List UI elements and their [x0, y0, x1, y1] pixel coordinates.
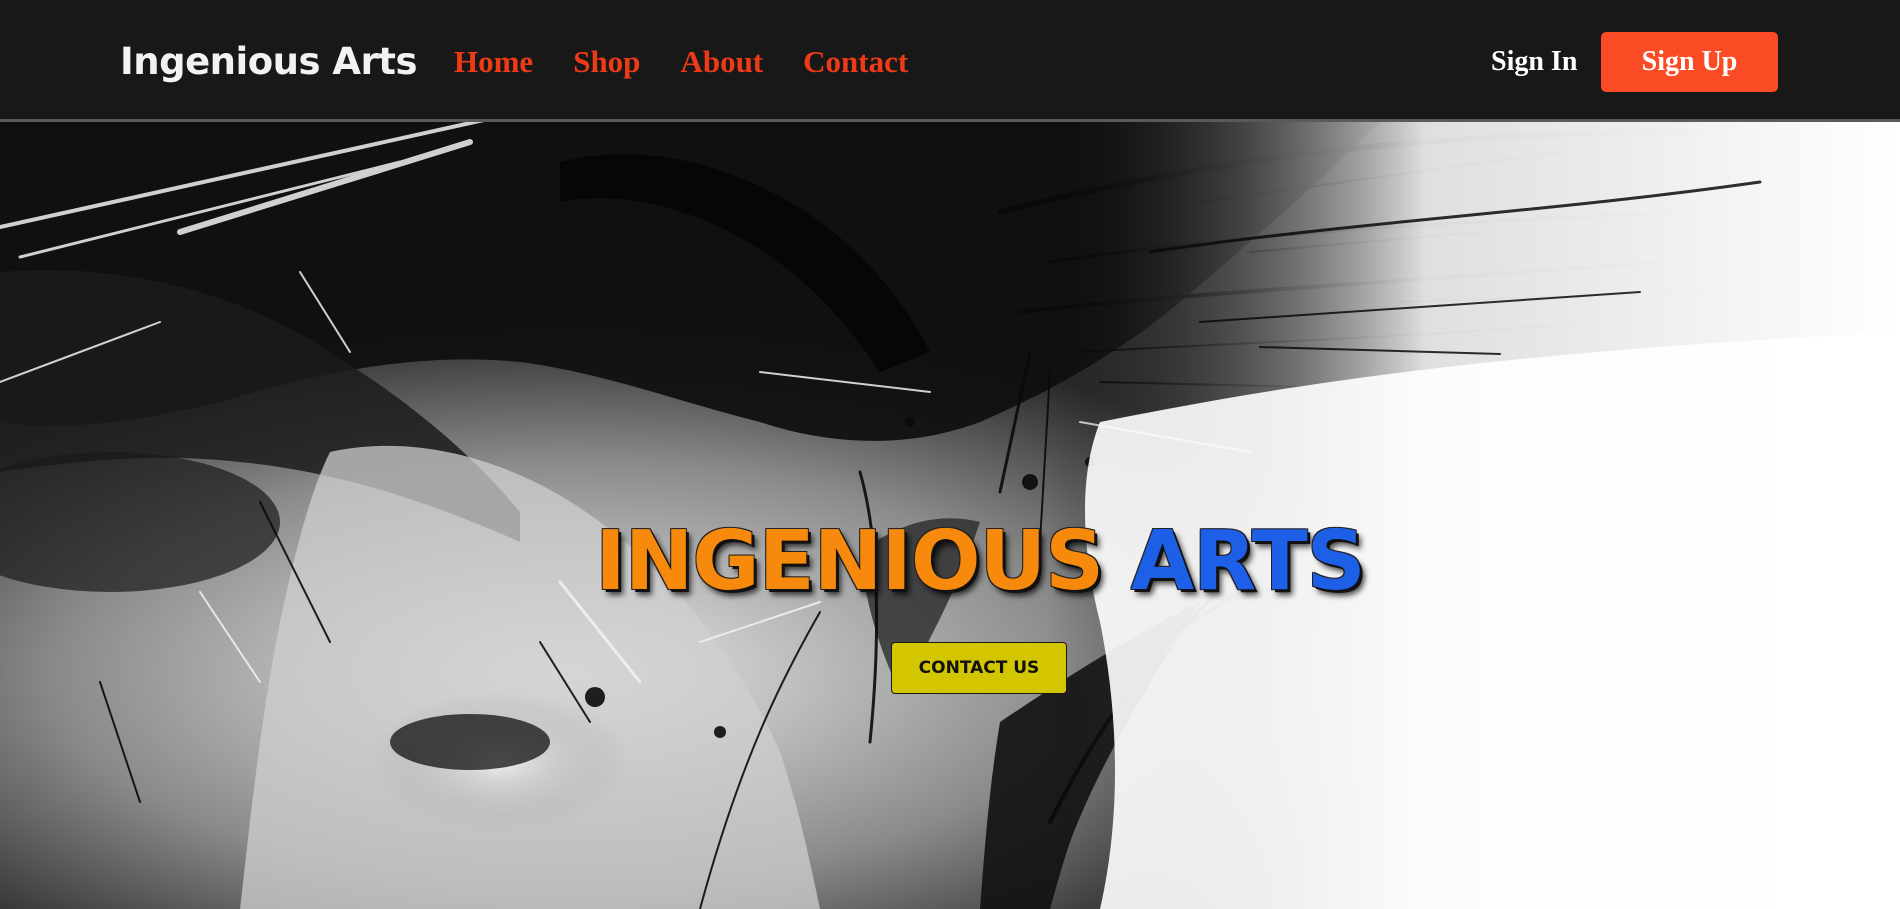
main-nav: Home Shop About Contact: [454, 40, 908, 84]
nav-link-home[interactable]: Home: [454, 40, 533, 84]
hero-title-part1: INGENIOUS: [595, 514, 1104, 609]
sign-up-button[interactable]: Sign Up: [1601, 32, 1778, 92]
contact-us-button[interactable]: CONTACT US: [891, 642, 1067, 694]
sign-in-link[interactable]: Sign In: [1491, 40, 1577, 84]
nav-link-shop[interactable]: Shop: [573, 40, 640, 84]
nav-link-about[interactable]: About: [680, 40, 763, 84]
hero-title: INGENIOUS ARTS: [0, 512, 1900, 612]
hero-section: INGENIOUS ARTS CONTACT US: [0, 122, 1900, 909]
navbar: Ingenious Arts Home Shop About Contact S…: [0, 0, 1900, 122]
nav-link-contact[interactable]: Contact: [803, 40, 908, 84]
hero-title-part2: ARTS: [1130, 514, 1366, 609]
brand-logo[interactable]: Ingenious Arts: [120, 36, 417, 88]
